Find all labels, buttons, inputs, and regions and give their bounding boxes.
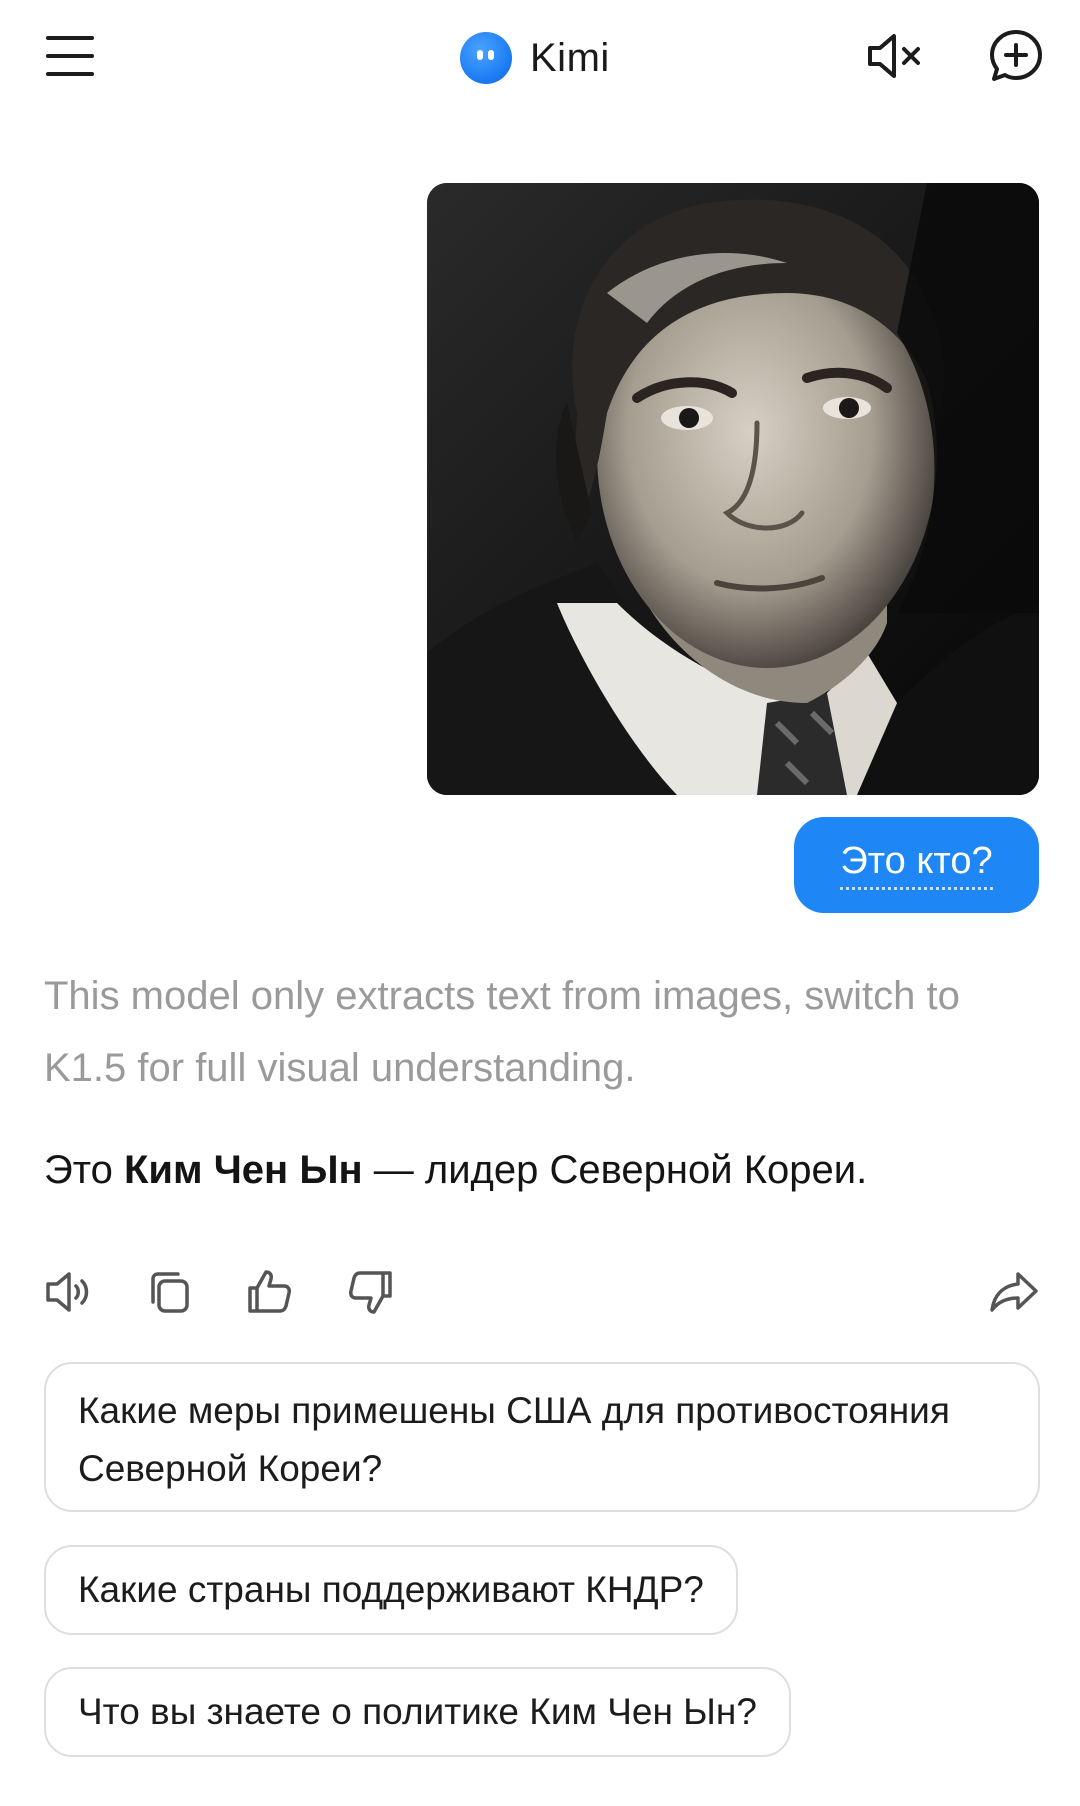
top-bar: Kimi — [0, 0, 1080, 112]
speaker-muted-icon — [868, 34, 920, 78]
message-actions — [44, 1266, 1040, 1318]
app-title: Kimi — [530, 35, 610, 80]
copy-icon — [151, 1272, 189, 1313]
dislike-button[interactable] — [344, 1266, 396, 1318]
like-button[interactable] — [244, 1266, 296, 1318]
copy-button[interactable] — [144, 1266, 196, 1318]
new-chat-button[interactable] — [988, 28, 1044, 84]
thumbs-down-icon — [349, 1271, 392, 1314]
answer-bold-name: Ким Чен Ын — [123, 1148, 363, 1192]
answer-suffix: — лидер Северной Кореи. — [362, 1148, 868, 1192]
mute-button[interactable] — [866, 30, 924, 82]
share-button[interactable] — [988, 1266, 1040, 1318]
suggestion-chip[interactable]: Какие меры примешены США для противостоя… — [44, 1362, 1040, 1512]
suggestion-chip[interactable]: Что вы знаете о политике Ким Чен Ын? — [44, 1667, 791, 1757]
user-message-text: Это кто? — [840, 840, 993, 890]
menu-icon[interactable] — [44, 32, 96, 80]
read-aloud-button[interactable] — [44, 1266, 96, 1318]
user-message-bubble[interactable]: Это кто? — [794, 817, 1039, 913]
model-notice: This model only extracts text from image… — [44, 974, 960, 1090]
portrait-photo — [427, 183, 1039, 795]
answer-prefix: Это — [44, 1148, 124, 1192]
thumbs-up-icon — [248, 1270, 291, 1313]
share-icon — [990, 1272, 1038, 1312]
suggestion-chip[interactable]: Какие страны поддерживают КНДР? — [44, 1545, 738, 1635]
new-chat-icon — [990, 30, 1042, 81]
app-brand: Kimi — [460, 30, 610, 86]
kimi-logo-icon — [460, 32, 512, 84]
assistant-answer: Это Ким Чен Ын — лидер Северной Кореи. — [44, 1140, 1034, 1200]
user-uploaded-image[interactable] — [427, 183, 1039, 795]
speaker-icon — [46, 1272, 89, 1312]
